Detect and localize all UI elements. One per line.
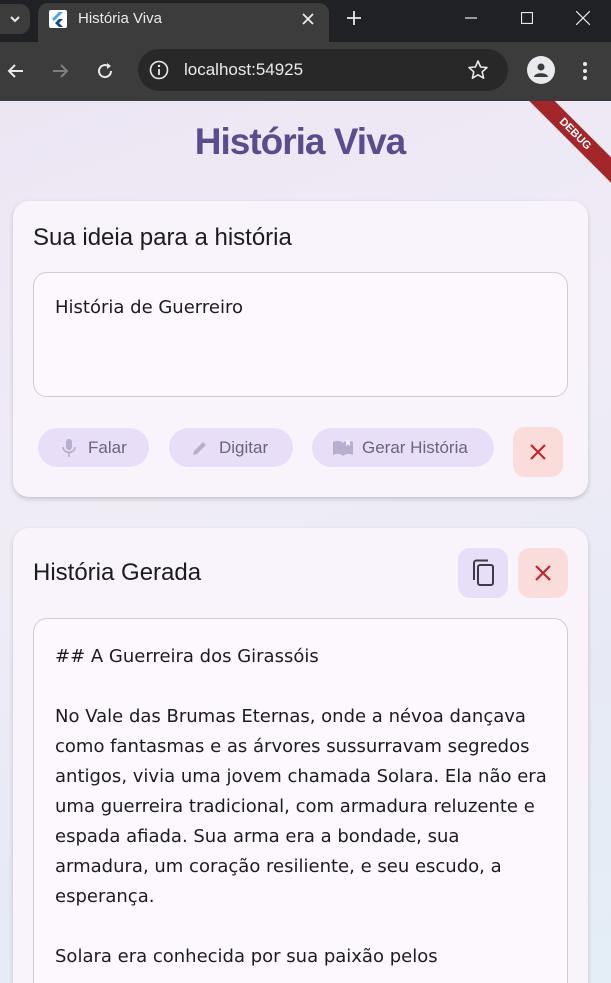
close-icon [530,444,546,460]
browser-menu-button[interactable] [572,58,598,84]
speak-button[interactable]: Falar [38,428,149,467]
minimize-button[interactable] [443,0,499,36]
tab-close-button[interactable] [297,8,319,30]
reload-icon [98,63,113,79]
minimize-icon [465,17,477,19]
star-icon[interactable] [466,58,490,82]
plus-icon [347,11,361,25]
address-bar[interactable]: localhost:54925 [138,49,508,91]
app-title: História Viva [194,121,406,162]
clear-idea-button[interactable] [513,427,563,477]
browser-toolbar: localhost:54925 [0,42,611,101]
back-button[interactable] [3,58,29,84]
idea-card-title: Sua ideia para a história [33,224,292,251]
app-viewport: História Viva DEBUG Sua ideia para a his… [0,101,611,983]
pencil-icon [189,437,211,459]
profile-button[interactable] [527,56,555,84]
profile-icon [534,63,548,77]
forward-button[interactable] [47,58,73,84]
info-icon[interactable] [148,59,170,81]
generate-story-button[interactable]: Gerar História [312,428,494,467]
tab-title: História Viva [78,10,162,27]
close-icon [535,565,551,581]
book-icon [332,437,354,459]
generate-story-button-label: Gerar História [362,437,468,457]
kebab-menu-icon [583,62,587,80]
close-icon [576,11,590,25]
idea-input[interactable]: História de Guerreiro [33,272,568,397]
clear-story-button[interactable] [518,548,568,598]
flutter-logo-icon [49,10,67,28]
story-text: ## A Guerreira dos Girassóis No Vale das… [55,646,547,967]
forward-arrow-icon [53,64,69,78]
idea-card: Sua ideia para a história História de Gu… [13,201,588,497]
mic-icon [58,437,80,459]
maximize-button[interactable] [499,0,555,36]
back-arrow-icon [7,64,23,78]
tab-search-button[interactable] [0,4,30,34]
close-icon [302,13,314,25]
type-button[interactable]: Digitar [169,428,293,467]
new-tab-button[interactable] [342,6,366,30]
idea-input-value: História de Guerreiro [55,297,243,318]
browser-tab-strip: História Viva [0,0,611,42]
type-button-label: Digitar [219,437,269,457]
speak-button-label: Falar [88,437,127,457]
browser-tab[interactable]: História Viva [38,3,329,42]
story-card: História Gerada ## A Guerreira dos Giras… [13,528,588,983]
reload-button[interactable] [92,58,118,84]
maximize-icon [521,12,533,24]
copy-icon [473,559,494,586]
chevron-down-icon [10,16,20,23]
story-card-title: História Gerada [33,559,202,586]
copy-story-button[interactable] [458,548,508,598]
story-text-area[interactable]: ## A Guerreira dos Girassóis No Vale das… [33,618,568,983]
window-close-button[interactable] [555,0,611,36]
url-text: localhost:54925 [184,60,304,79]
